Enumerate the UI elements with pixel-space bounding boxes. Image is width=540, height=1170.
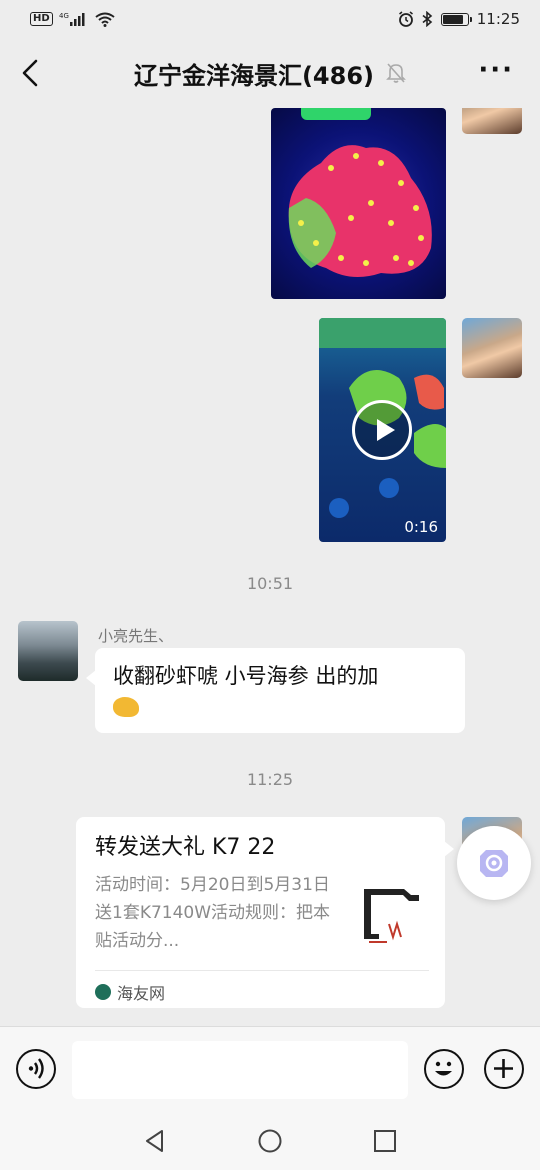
wifi-icon: [95, 12, 115, 27]
video-duration: 0:16: [404, 518, 438, 536]
sender-name: 小亮先生、: [98, 627, 174, 645]
snail-emoji-icon: [113, 697, 139, 717]
avatar[interactable]: [462, 108, 522, 134]
source-logo-icon: [95, 984, 111, 1000]
coral-photo: [288, 145, 432, 277]
plus-icon: [494, 1059, 513, 1078]
card-description: 活动时间：5月20日到5月31日送1套K7140W活动规则：把本贴活动分...: [95, 875, 331, 951]
chat-title: 辽宁金洋海景汇(486): [133, 61, 375, 90]
assistant-icon: [480, 850, 508, 877]
avatar[interactable]: [462, 318, 522, 378]
card-divider: [95, 970, 429, 971]
chat-area[interactable]: 0:16 10:51 小亮先生、 收翻砂虾唬 小号海参 出的加 11:25 转发…: [0, 108, 540, 1026]
more-functions-button[interactable]: [484, 1049, 524, 1089]
smiley-icon: [435, 1061, 452, 1076]
play-icon[interactable]: [352, 400, 412, 460]
link-card-message[interactable]: 转发送大礼 K7 22 活动时间：5月20日到5月31日送1套K7140W活动规…: [76, 817, 454, 1008]
timestamp: 10:51: [246, 574, 294, 593]
signal-icon: 4G: [59, 12, 85, 26]
battery-icon: [440, 12, 472, 26]
avatar[interactable]: [18, 621, 78, 681]
card-source: 海友网: [95, 980, 165, 1004]
emoji-button[interactable]: [424, 1049, 464, 1089]
alarm-icon: [398, 11, 413, 27]
message-input[interactable]: [72, 1041, 408, 1099]
nav-back-icon[interactable]: [142, 1128, 168, 1154]
image-sticker: [301, 108, 371, 120]
voice-button[interactable]: [16, 1049, 56, 1089]
clock: 11:25: [476, 10, 520, 28]
input-bar: [0, 1026, 540, 1110]
battery-level: [442, 14, 464, 24]
system-navigation-bar: [0, 1110, 540, 1170]
video-message[interactable]: 0:16: [319, 318, 446, 542]
card-title: 转发送大礼 K7 22: [95, 835, 276, 860]
nav-recents-icon[interactable]: [372, 1128, 398, 1154]
back-button[interactable]: [18, 58, 44, 88]
source-label: 海友网: [117, 984, 166, 1003]
status-bar: HD 4G 11:25: [0, 0, 540, 38]
chat-header: 辽宁金洋海景汇(486) ···: [0, 38, 540, 108]
nav-home-icon[interactable]: [257, 1128, 283, 1154]
coral-image-message[interactable]: [271, 108, 446, 299]
timestamp: 11:25: [246, 770, 294, 789]
hd-badge: HD: [30, 12, 53, 26]
message-text: 收翻砂虾唬 小号海参 出的加: [113, 664, 379, 688]
voice-icon: [28, 1058, 44, 1079]
bell-off-icon: [386, 63, 406, 83]
bluetooth-icon: [422, 11, 433, 27]
card-thumbnail: [359, 879, 427, 951]
floating-assistant-button[interactable]: [457, 826, 531, 900]
text-message-bubble[interactable]: 收翻砂虾唬 小号海参 出的加: [86, 648, 465, 733]
more-options-button[interactable]: ···: [478, 57, 514, 83]
network-label: 4G: [59, 12, 69, 20]
